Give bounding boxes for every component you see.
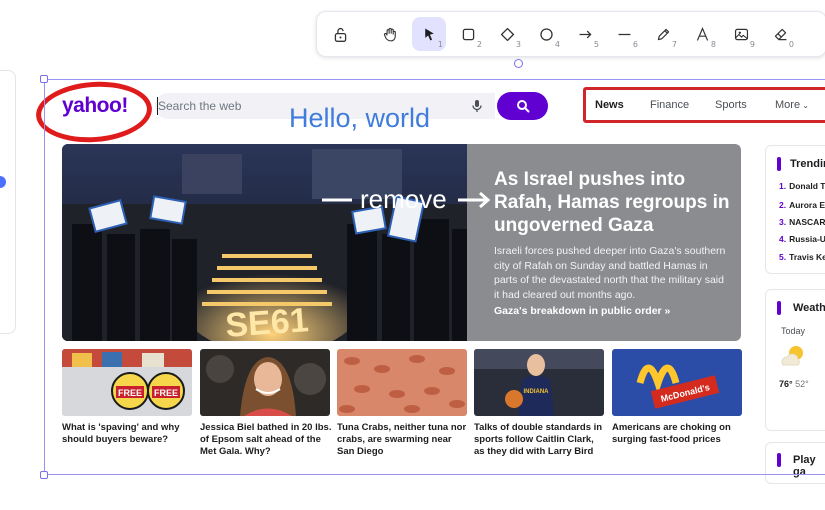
shortcut-key: 9 [749, 40, 755, 49]
resize-handle[interactable] [40, 471, 48, 479]
arrow-tool-button[interactable]: 5 [568, 17, 602, 51]
rotate-handle[interactable] [514, 59, 523, 68]
eraser-icon [774, 28, 786, 40]
text-icon [696, 26, 708, 41]
rectangle-tool-button[interactable]: 2 [451, 17, 485, 51]
image-icon [734, 28, 748, 40]
lock-tool-button[interactable] [323, 17, 357, 51]
resize-handle[interactable] [40, 75, 48, 83]
shortcut-key: 2 [476, 40, 482, 49]
pointer-icon [424, 28, 434, 40]
text-tool-button[interactable]: 8 [685, 17, 719, 51]
shortcut-key: 7 [671, 40, 677, 49]
hand-icon [383, 27, 396, 41]
shortcut-key: 3 [515, 40, 521, 49]
drawing-toolbar: 1 2 3 4 5 6 7 8 9 0 [316, 11, 825, 57]
ellipse-icon [539, 27, 553, 41]
shortcut-key: 4 [554, 40, 560, 49]
diamond-icon [500, 27, 514, 41]
shortcut-key: 1 [437, 40, 443, 49]
shortcut-key: 0 [788, 40, 794, 49]
selection-box[interactable] [44, 79, 825, 475]
arrow-icon [579, 30, 592, 38]
shortcut-key: 6 [632, 40, 638, 49]
hand-tool-button[interactable] [373, 17, 407, 51]
pencil-icon [657, 28, 669, 40]
selection-tool-button[interactable]: 1 [412, 17, 446, 51]
ellipse-tool-button[interactable]: 4 [529, 17, 563, 51]
shortcut-key: 5 [593, 40, 599, 49]
eraser-tool-button[interactable]: 0 [763, 17, 797, 51]
diamond-tool-button[interactable]: 3 [490, 17, 524, 51]
line-tool-button[interactable]: 6 [607, 17, 641, 51]
draw-tool-button[interactable]: 7 [646, 17, 680, 51]
image-tool-button[interactable]: 9 [724, 17, 758, 51]
side-panel [0, 70, 16, 334]
line-icon [618, 33, 630, 35]
unlock-icon [334, 27, 346, 42]
shortcut-key: 8 [710, 40, 716, 49]
rectangle-icon [462, 28, 474, 40]
